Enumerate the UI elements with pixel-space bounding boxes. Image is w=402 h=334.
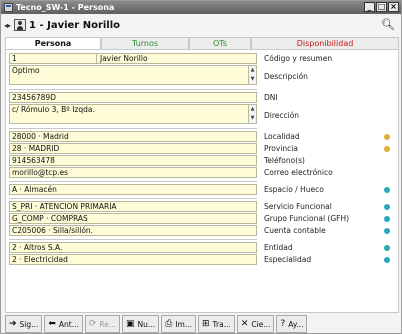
especialidad-lookup-icon[interactable] bbox=[384, 257, 390, 263]
label-direccion: Dirección bbox=[264, 111, 300, 120]
cerrar-label: Cie... bbox=[251, 319, 271, 329]
label-codigo: Código y resumen bbox=[264, 54, 333, 63]
scroll-up-icon[interactable]: ▲ bbox=[249, 105, 256, 114]
next-arrow-icon: ➜ bbox=[9, 319, 17, 329]
window-title: Tecno_SW-1 - Persona bbox=[16, 3, 115, 12]
section-divider bbox=[9, 181, 257, 182]
servicio-field[interactable]: S_PRI · ATENCION PRIMARIA bbox=[9, 201, 257, 212]
transfer-icon: ⊞ bbox=[201, 319, 210, 329]
siguiente-button[interactable]: ➜ Sig... bbox=[5, 315, 43, 333]
imprimir-button[interactable]: ⎙ Im... bbox=[161, 315, 196, 333]
label-dni: DNI bbox=[264, 93, 278, 102]
help-icon: ? bbox=[280, 319, 286, 329]
correo-field[interactable]: morillo@tcp.es bbox=[9, 167, 257, 178]
tab-ots[interactable]: OTs bbox=[189, 37, 251, 49]
label-entidad: Entidad bbox=[264, 243, 293, 252]
new-record-icon: ▣ bbox=[126, 319, 135, 329]
codigo-value[interactable]: 1 bbox=[12, 54, 17, 63]
siguiente-label: Sig... bbox=[19, 319, 39, 329]
label-descripcion: Descripción bbox=[264, 72, 308, 81]
app-icon bbox=[4, 3, 13, 12]
nuevo-button[interactable]: ▣ Nu... bbox=[122, 315, 160, 333]
especialidad-field[interactable]: 2 · Electricidad bbox=[9, 254, 257, 265]
label-espacio: Espacio / Hueco bbox=[264, 185, 324, 194]
section-divider bbox=[9, 128, 257, 129]
refresh-button[interactable]: ⟳ Re... bbox=[84, 315, 121, 333]
label-localidad: Localidad bbox=[264, 132, 300, 141]
cerrar-button[interactable]: ✕ Cie... bbox=[236, 315, 275, 333]
dni-field[interactable]: 23456789D bbox=[9, 92, 257, 103]
persona-form: 1 Javier Norillo Código y resumen Óptimo… bbox=[5, 49, 399, 313]
scroll-down-icon[interactable]: ▼ bbox=[249, 75, 256, 84]
entidad-field[interactable]: 2 · Altros S.A. bbox=[9, 242, 257, 253]
localidad-lookup-icon[interactable] bbox=[384, 134, 390, 140]
espacio-lookup-icon[interactable] bbox=[384, 187, 390, 193]
label-servicio: Servicio Funcional bbox=[264, 202, 332, 211]
espacio-field[interactable]: A · Almacén bbox=[9, 184, 257, 195]
prev-arrow-icon: ⬅ bbox=[48, 319, 56, 329]
tab-persona[interactable]: Persona bbox=[5, 37, 101, 49]
close-button[interactable]: × bbox=[388, 2, 399, 12]
direccion-scroller[interactable]: ▲ ▼ bbox=[248, 105, 256, 123]
section-divider bbox=[9, 198, 257, 199]
section-divider bbox=[9, 239, 257, 240]
scroll-up-icon[interactable]: ▲ bbox=[249, 66, 256, 75]
tab-disponibilidad[interactable]: Disponibilidad bbox=[251, 37, 399, 49]
scroll-down-icon[interactable]: ▼ bbox=[249, 114, 256, 123]
record-title: 1 - Javier Norillo bbox=[29, 19, 121, 31]
close-x-icon: ✕ bbox=[240, 319, 249, 329]
refresh-label: Re... bbox=[99, 319, 117, 329]
window-controls: _ □ × bbox=[364, 2, 399, 12]
grupo-field[interactable]: G_COMP · COMPRAS bbox=[9, 213, 257, 224]
servicio-lookup-icon[interactable] bbox=[384, 204, 390, 210]
codigo-resumen-field[interactable]: 1 Javier Norillo bbox=[9, 53, 257, 64]
label-especialidad: Especialidad bbox=[264, 255, 312, 264]
transferir-label: Tra... bbox=[212, 319, 231, 329]
person-icon bbox=[14, 19, 27, 31]
label-correo: Correo electrónico bbox=[264, 168, 333, 177]
title-bar[interactable]: Tecno_SW-1 - Persona _ □ × bbox=[1, 1, 401, 14]
refresh-icon: ⟳ bbox=[88, 319, 97, 329]
anterior-label: Ant... bbox=[58, 319, 79, 329]
anterior-button[interactable]: ⬅ Ant... bbox=[44, 315, 83, 333]
transferir-button[interactable]: ⊞ Tra... bbox=[197, 315, 235, 333]
direccion-value[interactable]: c/ Rómulo 3, Bº Izqda. bbox=[12, 105, 95, 114]
record-header: ◂▸ 1 - Javier Norillo 🔍︎ bbox=[1, 15, 401, 35]
bottom-toolbar: ➜ Sig... ⬅ Ant... ⟳ Re... ▣ Nu... ⎙ Im..… bbox=[5, 315, 399, 333]
record-nav-arrows-icon[interactable]: ◂▸ bbox=[4, 21, 11, 30]
provincia-lookup-icon[interactable] bbox=[384, 146, 390, 152]
maximize-button[interactable]: □ bbox=[376, 2, 387, 12]
cuenta-lookup-icon[interactable] bbox=[384, 228, 390, 234]
direccion-field[interactable]: c/ Rómulo 3, Bº Izqda. ▲ ▼ bbox=[9, 104, 257, 124]
descripcion-field[interactable]: Óptimo ▲ ▼ bbox=[9, 65, 257, 85]
ayuda-button[interactable]: ? Ay... bbox=[276, 315, 308, 333]
imprimir-label: Im... bbox=[175, 319, 192, 329]
minimize-button[interactable]: _ bbox=[364, 2, 375, 12]
grupo-lookup-icon[interactable] bbox=[384, 216, 390, 222]
label-telefono: Teléfono(s) bbox=[264, 156, 305, 165]
label-provincia: Provincia bbox=[264, 144, 298, 153]
tab-bar: Persona Turnos OTs Disponibilidad bbox=[5, 37, 399, 49]
resumen-value[interactable]: Javier Norillo bbox=[100, 54, 148, 63]
section-divider bbox=[9, 89, 257, 90]
tab-turnos[interactable]: Turnos bbox=[101, 37, 189, 49]
descripcion-value[interactable]: Óptimo bbox=[12, 66, 40, 75]
descripcion-scroller[interactable]: ▲ ▼ bbox=[248, 66, 256, 84]
print-icon: ⎙ bbox=[165, 319, 173, 329]
label-grupo: Grupo Funcional (GFH) bbox=[264, 214, 350, 223]
telefono-field[interactable]: 914563478 bbox=[9, 155, 257, 166]
label-cuenta: Cuenta contable bbox=[264, 226, 326, 235]
binoculars-search-icon[interactable]: 🔍︎ bbox=[381, 18, 395, 31]
cuenta-field[interactable]: C205006 · Silla/sillón. bbox=[9, 225, 257, 236]
nuevo-label: Nu... bbox=[137, 319, 156, 329]
localidad-field[interactable]: 28000 · Madrid bbox=[9, 131, 257, 142]
provincia-field[interactable]: 28 · MADRID bbox=[9, 143, 257, 154]
entidad-lookup-icon[interactable] bbox=[384, 245, 390, 251]
persona-window: Tecno_SW-1 - Persona _ □ × ◂▸ 1 - Javier… bbox=[0, 0, 402, 334]
ayuda-label: Ay... bbox=[288, 319, 304, 329]
